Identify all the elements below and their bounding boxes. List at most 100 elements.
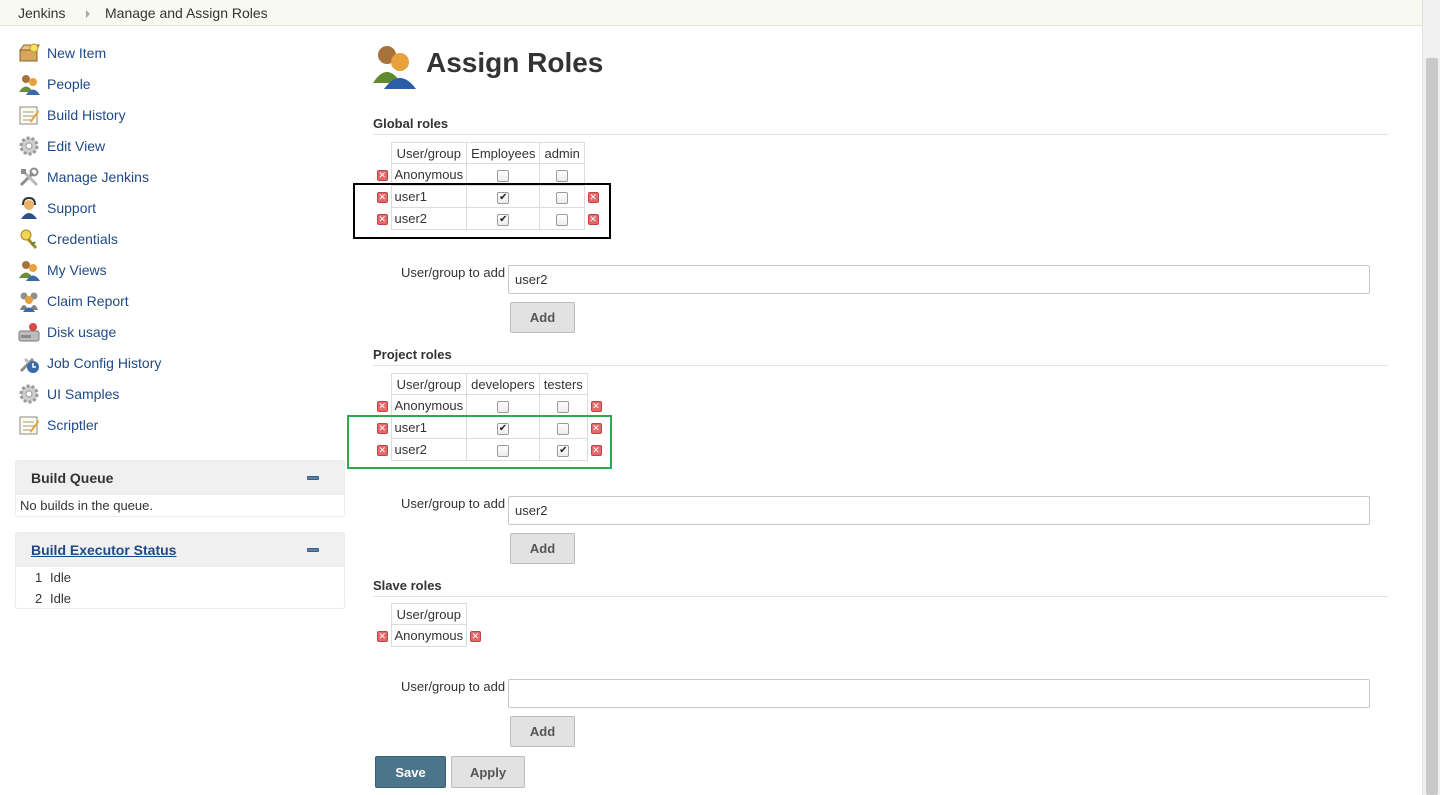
role-checkbox-cell — [538, 394, 588, 417]
people-icon — [19, 261, 40, 281]
scrollbar[interactable] — [1422, 0, 1440, 795]
remove-icon[interactable]: ✕ — [376, 631, 388, 643]
gear-icon — [19, 136, 39, 156]
sidebar-item-label[interactable]: Scriptler — [47, 417, 98, 433]
role-checkbox-cell — [466, 394, 540, 417]
section-divider — [373, 365, 1388, 366]
table-row: ✕ Anonymous ✕ — [374, 624, 484, 647]
build-queue-empty: No builds in the queue. — [20, 498, 153, 513]
support-icon — [21, 197, 37, 219]
column-header-admin: admin — [539, 142, 585, 164]
header-spacer — [374, 143, 391, 164]
header-spacer — [584, 143, 601, 164]
new-item-icon — [18, 43, 40, 62]
header-spacer — [374, 604, 391, 625]
remove-icon[interactable]: ✕ — [376, 170, 388, 182]
tools-icon — [19, 167, 39, 187]
disk-icon — [18, 323, 40, 342]
build-queue-pane: Build Queue No builds in the queue. — [15, 460, 345, 517]
remove-row-button[interactable]: ✕ — [587, 395, 604, 417]
save-button[interactable]: Save — [375, 756, 446, 788]
gear-icon — [19, 384, 39, 404]
sidebar-item-label[interactable]: UI Samples — [47, 386, 119, 402]
header-spacer — [587, 374, 604, 395]
remove-row-button[interactable]: ✕ — [374, 625, 391, 647]
sidebar-item-label[interactable]: New Item — [47, 45, 106, 61]
table-row: ✕ Anonymous ✕ — [374, 394, 604, 417]
add-user-label: User/group to add — [401, 679, 506, 694]
column-header-testers: testers — [538, 373, 588, 395]
sidebar-item-label[interactable]: Support — [47, 200, 96, 216]
assign-roles-icon — [373, 46, 416, 89]
user-name: Anonymous — [390, 624, 468, 647]
table-header-row: User/group — [374, 603, 484, 625]
minus-icon[interactable] — [307, 476, 319, 480]
role-checkbox[interactable] — [496, 400, 509, 413]
breadcrumb-jenkins[interactable]: Jenkins — [18, 5, 65, 21]
config-history-icon — [19, 357, 39, 373]
slave-roles-title: Slave roles — [373, 578, 442, 593]
sidebar-item-label[interactable]: Claim Report — [47, 293, 129, 309]
slave-roles-table: User/group ✕ Anonymous ✕ — [374, 603, 484, 647]
notepad-icon — [19, 106, 39, 125]
executor-status: Idle — [50, 591, 71, 606]
header-spacer — [467, 604, 484, 625]
role-checkbox[interactable] — [556, 169, 569, 182]
sidebar-item-label[interactable]: Build History — [47, 107, 126, 123]
remove-icon[interactable]: ✕ — [376, 401, 388, 413]
header-spacer — [374, 374, 391, 395]
claim-icon — [20, 292, 38, 312]
executor-status: Idle — [50, 570, 71, 585]
sidebar-item-label[interactable]: Job Config History — [47, 355, 161, 371]
executor-status-pane: Build Executor Status 1 Idle 2 Idle — [15, 532, 345, 609]
column-header-employees: Employees — [466, 142, 541, 164]
column-header-user-group: User/group — [390, 142, 468, 164]
column-header-developers: developers — [466, 373, 540, 395]
sidebar-item-label[interactable]: People — [47, 76, 91, 92]
table-header-row: User/group Employees admin — [374, 142, 601, 164]
remove-icon[interactable]: ✕ — [469, 631, 481, 643]
global-add-button[interactable]: Add — [510, 302, 575, 333]
slave-add-button[interactable]: Add — [510, 716, 575, 747]
breadcrumb-manage-assign-roles[interactable]: Manage and Assign Roles — [105, 5, 268, 21]
global-add-user-input[interactable] — [508, 265, 1370, 294]
add-user-label: User/group to add — [401, 496, 506, 511]
sidebar-item-label[interactable]: Credentials — [47, 231, 118, 247]
breadcrumb: Jenkins Manage and Assign Roles — [0, 0, 1422, 26]
role-checkbox[interactable] — [497, 169, 510, 182]
sidebar-item-label[interactable]: Disk usage — [47, 324, 116, 340]
table-header-row: User/group developers testers — [374, 373, 604, 395]
scrollbar-thumb[interactable] — [1426, 58, 1438, 795]
column-header-user-group: User/group — [390, 373, 468, 395]
role-checkbox[interactable] — [557, 400, 570, 413]
build-queue-title: Build Queue — [31, 470, 114, 486]
remove-row-button[interactable]: ✕ — [467, 625, 484, 647]
breadcrumb-separator-icon — [86, 10, 90, 18]
global-roles-title: Global roles — [373, 116, 449, 131]
minus-icon[interactable] — [307, 548, 319, 552]
sidebar-item-label[interactable]: My Views — [47, 262, 107, 278]
project-add-user-input[interactable] — [508, 496, 1370, 525]
sidebar-item-label[interactable]: Edit View — [47, 138, 105, 154]
sidebar-item-label[interactable]: Manage Jenkins — [47, 169, 149, 185]
credentials-icon — [20, 229, 38, 249]
user-name: Anonymous — [390, 394, 468, 417]
project-add-button[interactable]: Add — [510, 533, 575, 564]
add-user-label: User/group to add — [401, 265, 506, 280]
highlight-box-global — [353, 183, 611, 239]
remove-row-button[interactable]: ✕ — [374, 395, 391, 417]
executor-number: 1 — [35, 570, 43, 585]
section-divider — [373, 596, 1388, 597]
slave-add-user-input[interactable] — [508, 679, 1370, 708]
executor-list: 1 Idle 2 Idle — [16, 567, 344, 609]
section-divider — [373, 134, 1388, 135]
build-queue-header: Build Queue — [16, 461, 344, 495]
apply-button[interactable]: Apply — [451, 756, 525, 788]
notepad-icon — [19, 416, 39, 435]
remove-icon[interactable]: ✕ — [590, 401, 602, 413]
project-roles-title: Project roles — [373, 347, 452, 362]
executor-status-title[interactable]: Build Executor Status — [31, 542, 176, 558]
executor-status-header: Build Executor Status — [16, 533, 344, 567]
highlight-box-project — [347, 415, 612, 469]
page-title: Assign Roles — [426, 47, 604, 78]
